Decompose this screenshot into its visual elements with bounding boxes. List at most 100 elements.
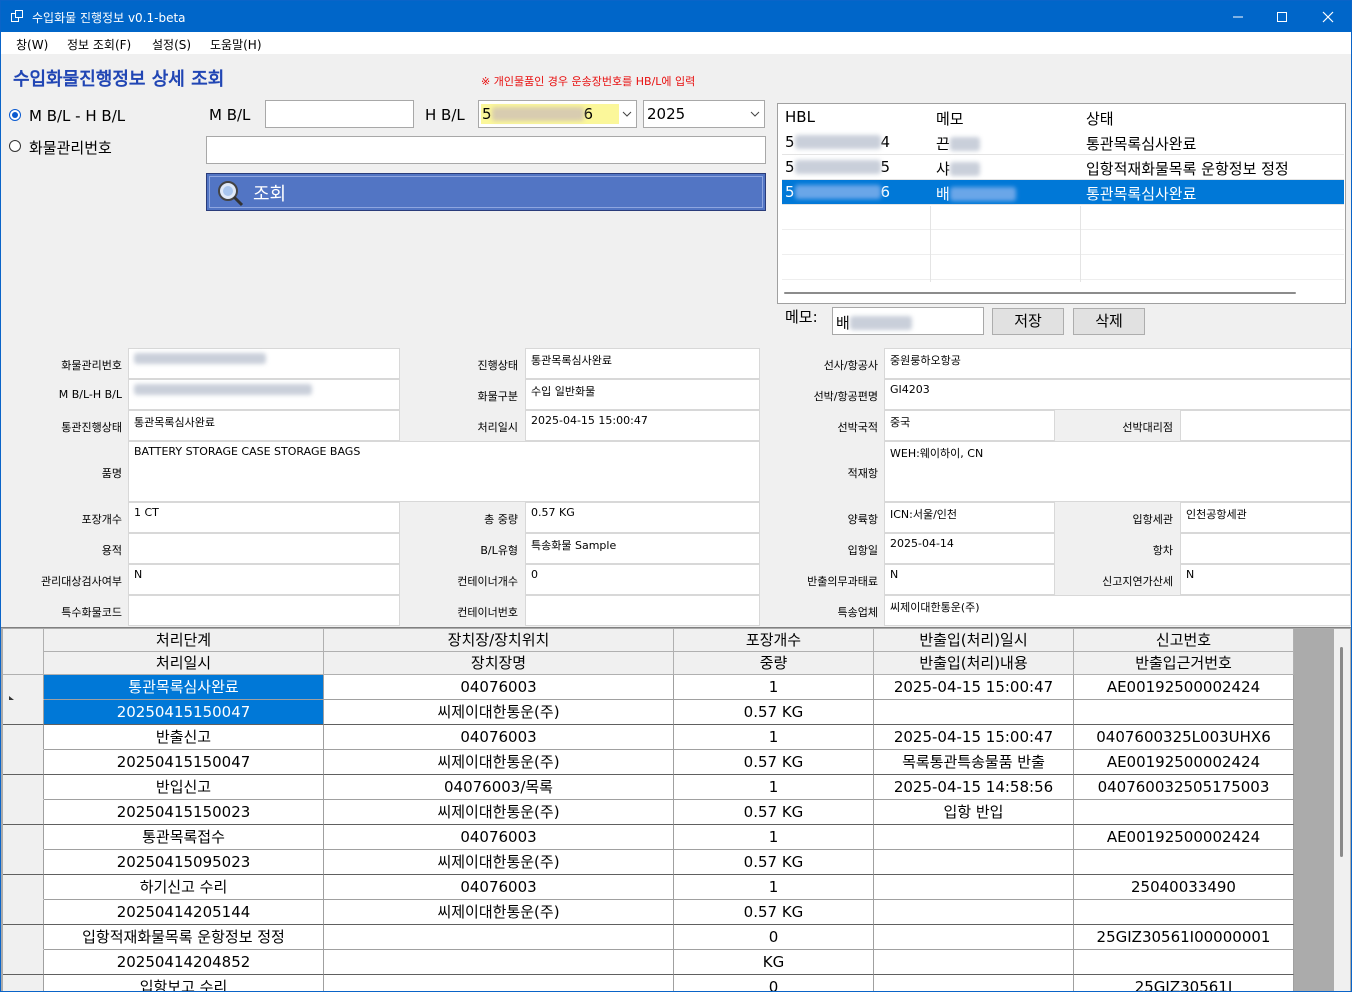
grid-cell[interactable]	[874, 925, 1074, 950]
menu-info-query[interactable]: 정보 조회(F)	[67, 36, 131, 53]
grid-row-header[interactable]	[3, 850, 44, 875]
grid-column-header[interactable]: 포장개수	[674, 629, 874, 652]
grid-cell[interactable]: 0	[674, 925, 874, 950]
grid-cell[interactable]: 반출신고	[44, 725, 324, 750]
grid-cell[interactable]: 20250415095023	[44, 850, 324, 875]
grid-cell[interactable]	[874, 975, 1074, 991]
grid-column-header[interactable]: 중량	[674, 652, 874, 675]
grid-cell[interactable]: 0.57 KG	[674, 900, 874, 925]
hbl-list-hscroll[interactable]	[784, 292, 1296, 294]
grid-column-header[interactable]: 신고번호	[1074, 629, 1294, 652]
grid-row-header[interactable]	[3, 675, 44, 704]
grid-cell[interactable]	[1074, 950, 1294, 975]
minimize-button[interactable]	[1215, 1, 1261, 32]
grid-row-header[interactable]	[3, 925, 44, 950]
scroll-thumb[interactable]	[1340, 647, 1343, 857]
radio-mbl-hbl[interactable]	[9, 109, 21, 121]
menu-help[interactable]: 도움말(H)	[210, 36, 262, 53]
grid-cell[interactable]: 통관목록접수	[44, 825, 324, 850]
grid-cell[interactable]: 1	[674, 775, 874, 800]
grid-row-header[interactable]	[3, 725, 44, 750]
grid-cell[interactable]	[1074, 800, 1294, 825]
grid-cell[interactable]	[1074, 850, 1294, 875]
grid-cell[interactable]: 20250415150047	[44, 750, 324, 775]
grid-cell[interactable]: AE00192500002424	[1074, 825, 1294, 850]
grid-cell[interactable]: 1	[674, 725, 874, 750]
grid-cell[interactable]	[324, 975, 674, 991]
grid-cell[interactable]: 통관목록심사완료	[44, 675, 324, 700]
grid-row-header[interactable]	[3, 800, 44, 825]
grid-cell[interactable]: KG	[674, 950, 874, 975]
grid-column-header[interactable]: 처리일시	[44, 652, 324, 675]
menu-window[interactable]: 창(W)	[16, 36, 48, 53]
grid-cell[interactable]: 1	[674, 875, 874, 900]
grid-cell[interactable]: 2025-04-15 15:00:47	[874, 675, 1074, 700]
mbl-input[interactable]	[265, 100, 414, 128]
grid-cell[interactable]: 20250415150047	[44, 700, 324, 725]
grid-cell[interactable]: 씨제이대한통운(주)	[324, 850, 674, 875]
grid-cell[interactable]: 20250415150023	[44, 800, 324, 825]
grid-column-header[interactable]: 반출입근거번호	[1074, 652, 1294, 675]
radio-cargo-no[interactable]	[9, 140, 21, 152]
grid-row-header[interactable]	[3, 700, 44, 725]
grid-cell[interactable]: 1	[674, 675, 874, 700]
grid-column-header[interactable]: 장치장/장치위치	[324, 629, 674, 652]
save-button[interactable]: 저장	[992, 308, 1064, 335]
grid-cell[interactable]: 입항 반입	[874, 800, 1074, 825]
grid-cell[interactable]: 하기신고 수리	[44, 875, 324, 900]
grid-cell[interactable]: 25GIZ30561I	[1074, 975, 1294, 991]
maximize-button[interactable]	[1259, 1, 1305, 32]
search-button[interactable]: 조회	[206, 173, 766, 211]
grid-cell[interactable]	[1074, 900, 1294, 925]
grid-column-header[interactable]: 처리단계	[44, 629, 324, 652]
grid-cell[interactable]: 20250414204852	[44, 950, 324, 975]
grid-row-header[interactable]	[3, 975, 44, 991]
grid-cell[interactable]: 입항보고 수리	[44, 975, 324, 991]
grid-cell[interactable]: 25040033490	[1074, 875, 1294, 900]
grid-cell[interactable]: AE00192500002424	[1074, 750, 1294, 775]
grid-cell[interactable]: 씨제이대한통운(주)	[324, 750, 674, 775]
grid-cell[interactable]: 04076003	[324, 725, 674, 750]
grid-cell[interactable]: 0	[674, 975, 874, 991]
grid-row-header[interactable]	[3, 775, 44, 800]
grid-cell[interactable]	[874, 825, 1074, 850]
grid-cell[interactable]	[1074, 700, 1294, 725]
grid-column-header[interactable]: 반출입(처리)내용	[874, 652, 1074, 675]
grid-row-header[interactable]	[3, 750, 44, 775]
grid-cell[interactable]: 씨제이대한통운(주)	[324, 700, 674, 725]
menu-settings[interactable]: 설정(S)	[152, 36, 191, 53]
grid-cell[interactable]: 04076003	[324, 875, 674, 900]
grid-cell[interactable]: 040760032505175003	[1074, 775, 1294, 800]
grid-cell[interactable]: 0.57 KG	[674, 750, 874, 775]
year-combo[interactable]: 2025	[643, 100, 765, 128]
grid-cell[interactable]: 04076003	[324, 675, 674, 700]
grid-cell[interactable]: 20250414205144	[44, 900, 324, 925]
grid-cell[interactable]: 씨제이대한통운(주)	[324, 800, 674, 825]
grid-cell[interactable]: 씨제이대한통운(주)	[324, 900, 674, 925]
grid-cell[interactable]	[324, 925, 674, 950]
grid-cell[interactable]: 2025-04-15 14:58:56	[874, 775, 1074, 800]
grid-column-header[interactable]: 장치장명	[324, 652, 674, 675]
grid-cell[interactable]: 0.57 KG	[674, 700, 874, 725]
grid-cell[interactable]: 2025-04-15 15:00:47	[874, 725, 1074, 750]
grid-row-header[interactable]	[3, 950, 44, 975]
grid-cell[interactable]: 1	[674, 825, 874, 850]
grid-cell[interactable]: 0.57 KG	[674, 850, 874, 875]
grid-cell[interactable]: 입항적재화물목록 운항정보 정정	[44, 925, 324, 950]
grid-vscroll[interactable]	[1334, 629, 1350, 991]
grid-row-header[interactable]	[3, 825, 44, 850]
grid-cell[interactable]: 04076003	[324, 825, 674, 850]
grid-column-header[interactable]: 반출입(처리)일시	[874, 629, 1074, 652]
grid-cell[interactable]: 목록통관특송물품 반출	[874, 750, 1074, 775]
hbl-list-row-selected[interactable]: 56 배 통관목록심사완료	[782, 180, 1344, 205]
grid-cell[interactable]	[874, 950, 1074, 975]
grid-cell[interactable]: 0407600325L003UHX6	[1074, 725, 1294, 750]
delete-button[interactable]: 삭제	[1073, 308, 1145, 335]
hbl-list-row[interactable]: 55 샤 입항적재화물목록 운항정보 정정	[782, 155, 1344, 180]
hbl-list-row[interactable]: 54 끈 통관목록심사완료	[782, 130, 1344, 155]
grid-cell[interactable]	[874, 900, 1074, 925]
grid-cell[interactable]	[874, 850, 1074, 875]
grid-cell[interactable]: 04076003/목록	[324, 775, 674, 800]
grid-cell[interactable]: AE00192500002424	[1074, 675, 1294, 700]
grid-cell[interactable]: 반입신고	[44, 775, 324, 800]
